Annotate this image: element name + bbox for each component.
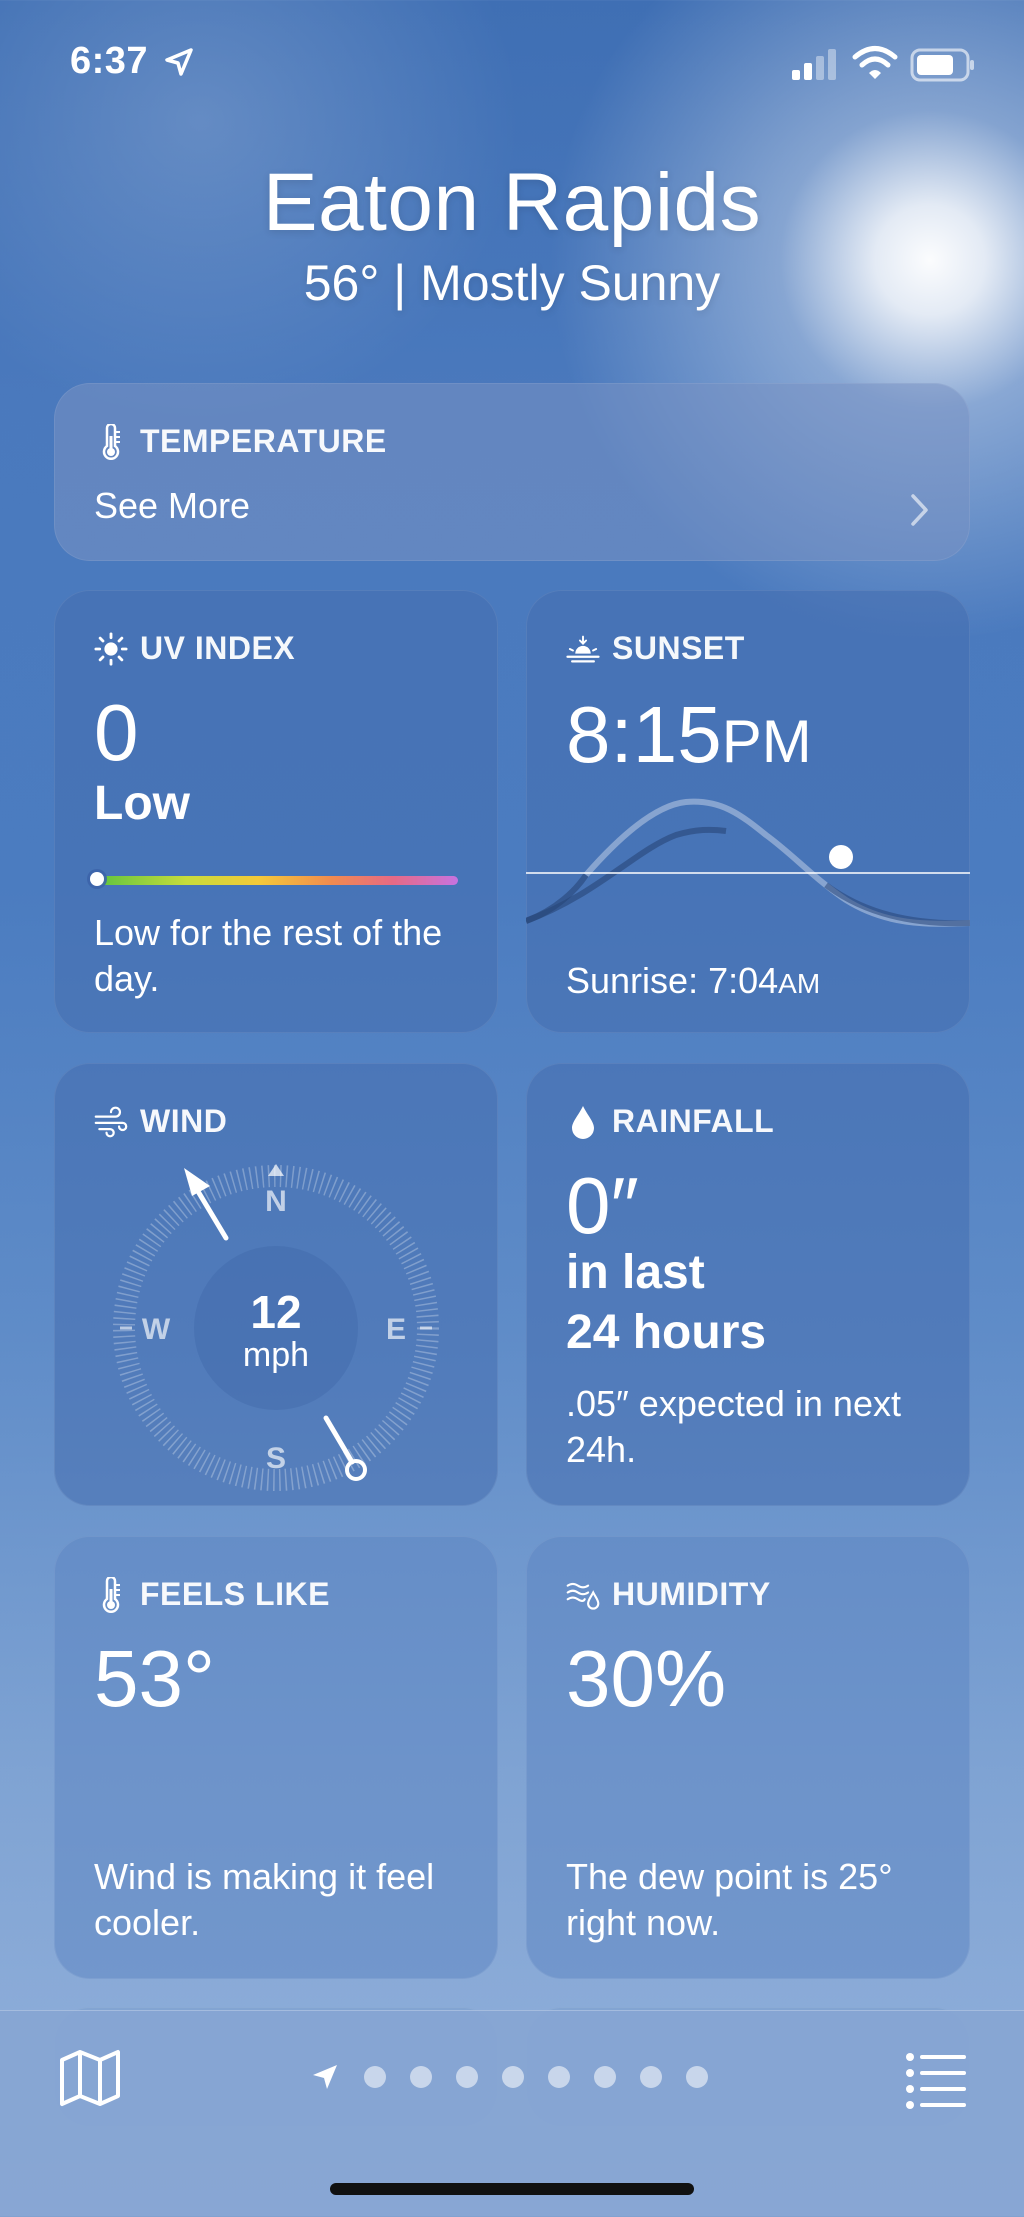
feels-like-card[interactable]: FEELS LIKE 53° Wind is making it feel co… [54, 1536, 498, 1979]
uv-scale-indicator [90, 872, 104, 886]
sunset-time-suffix: PM [721, 708, 812, 775]
thermometer-icon [94, 423, 128, 460]
page-dot[interactable] [548, 2066, 570, 2088]
wind-speed-value: 12 [250, 1286, 301, 1338]
wind-speed-unit: mph [243, 1336, 309, 1374]
temperature-card[interactable]: TEMPERATURE See More [54, 383, 970, 561]
page-dot[interactable] [410, 2066, 432, 2088]
sun-icon [94, 631, 128, 667]
page-dot[interactable] [640, 2066, 662, 2088]
sunrise-label: Sunrise: 7:04 [566, 960, 779, 1001]
rainfall-title: RAINFALL [612, 1103, 775, 1139]
wind-title: WIND [140, 1103, 228, 1139]
page-dot[interactable] [364, 2066, 386, 2088]
chevron-right-icon [911, 494, 928, 526]
page-dot[interactable] [686, 2066, 708, 2088]
compass-north-label: N [265, 1185, 287, 1218]
page-dot[interactable] [594, 2066, 616, 2088]
sunset-time-value: 8:15 [566, 690, 722, 779]
rainfall-period-line1: in last [566, 1246, 705, 1299]
uv-index-title: UV INDEX [140, 630, 296, 666]
compass-west-label: W [142, 1313, 171, 1346]
compass-south-label: S [266, 1442, 286, 1475]
sunrise-suffix: AM [778, 968, 821, 999]
humidity-value: 30% [566, 1634, 727, 1723]
compass-east-label: E [386, 1313, 406, 1346]
rainfall-value: 0″ [566, 1161, 639, 1250]
page-indicator[interactable] [310, 2059, 708, 2095]
sun-path-graph [526, 798, 970, 927]
bottom-toolbar [0, 2010, 1024, 2217]
location-arrow-icon [165, 48, 193, 76]
wind-compass: N E S W 12 mph [113, 1164, 439, 1491]
uv-index-level: Low [94, 777, 190, 830]
wind-icon [94, 1104, 128, 1140]
rainfall-period: in last 24 hours [566, 1243, 946, 1363]
sunset-title: SUNSET [612, 630, 745, 666]
sunset-time: 8:15PM [566, 690, 812, 787]
temperature-card-title: TEMPERATURE [140, 423, 387, 459]
humidity-description: The dew point is 25° right now. [566, 1856, 893, 1943]
see-more-link[interactable]: See More [94, 485, 250, 527]
location-header: Eaton Rapids 56° | Mostly Sunny [0, 155, 1024, 313]
thermometer-icon [94, 1576, 128, 1613]
wifi-icon [852, 46, 898, 79]
uv-index-value: 0 [94, 688, 139, 777]
rainfall-card[interactable]: RAINFALL 0″ in last 24 hours .05″ expect… [526, 1063, 970, 1506]
status-bar: 6:37 [0, 0, 1024, 130]
current-conditions: 56° | Mostly Sunny [303, 255, 721, 311]
city-name: Eaton Rapids [262, 157, 762, 248]
battery-icon [910, 48, 974, 82]
page-dot[interactable] [456, 2066, 478, 2088]
uv-index-card[interactable]: UV INDEX 0 Low Low for the rest of the d… [54, 590, 498, 1033]
rainfall-period-line2: 24 hours [566, 1306, 767, 1359]
feels-like-title: FEELS LIKE [140, 1576, 330, 1612]
uv-scale-bar [96, 876, 458, 885]
humidity-card[interactable]: HUMIDITY 30% The dew point is 25° right … [526, 1536, 970, 1979]
home-indicator[interactable] [330, 2183, 694, 2195]
sunset-icon [566, 631, 600, 667]
list-icon[interactable] [904, 2049, 968, 2109]
sun-position-marker [829, 845, 853, 869]
feels-like-description: Wind is making it feel cooler. [94, 1856, 435, 1943]
page-dot[interactable] [502, 2066, 524, 2088]
uv-index-description: Low for the rest of the day. [94, 912, 443, 999]
sunrise-time: Sunrise: 7:04AM [566, 960, 820, 1002]
humidity-icon [566, 1577, 600, 1613]
sunset-card[interactable]: SUNSET 8:15PM Sunrise: 7:04AM [526, 590, 970, 1033]
wind-card[interactable]: WIND N E S W 12 mph [54, 1063, 498, 1506]
status-time: 6:37 [70, 40, 149, 82]
humidity-title: HUMIDITY [612, 1576, 771, 1612]
cellular-signal-icon [792, 49, 836, 80]
location-arrow-icon[interactable] [310, 2062, 340, 2092]
feels-like-value: 53° [94, 1634, 215, 1723]
rainfall-description: .05″ expected in next 24h. [566, 1383, 901, 1470]
map-icon[interactable] [58, 2046, 122, 2110]
raindrop-icon [566, 1104, 600, 1140]
